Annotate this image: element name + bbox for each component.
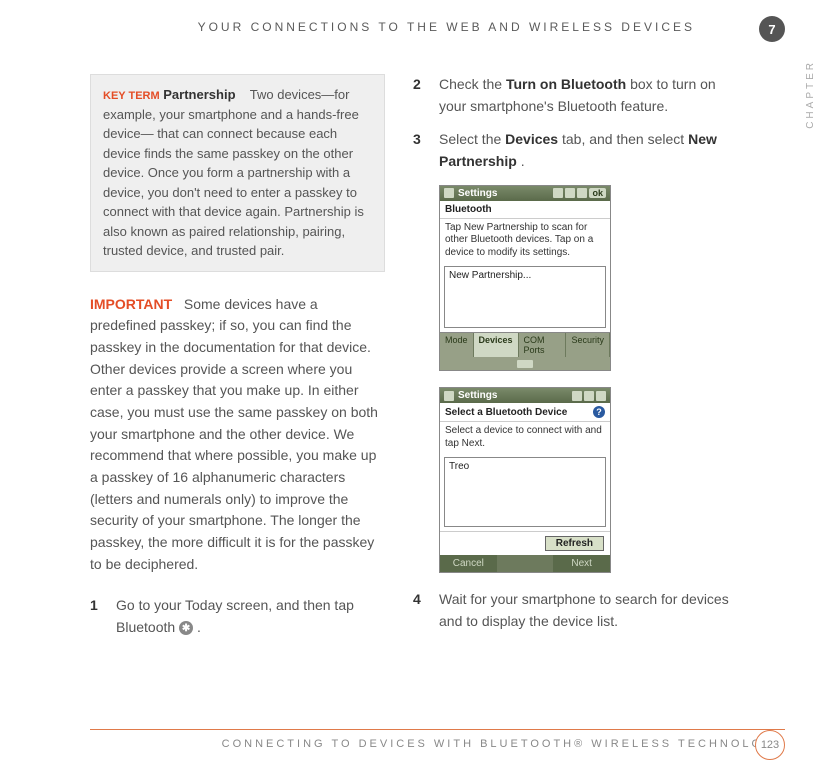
important-label: IMPORTANT (90, 296, 172, 312)
bluetooth-icon: ✱ (179, 621, 193, 635)
step-3: 3 Select the Devices tab, and then selec… (413, 129, 743, 172)
key-term-name: Partnership (163, 87, 235, 102)
footer-text: CONNECTING TO DEVICES WITH BLUETOOTH® WI… (222, 738, 785, 750)
panel-instructions: Tap New Partnership to scan for other Bl… (440, 219, 610, 263)
step-text-pre: Select the (439, 131, 505, 147)
list-item-treo[interactable]: Treo (449, 461, 469, 472)
step-text-post: . (197, 619, 201, 635)
bold-devices: Devices (505, 131, 558, 147)
step-text-mid: tab, and then select (562, 131, 688, 147)
step-body: Go to your Today screen, and then tap Bl… (116, 595, 385, 638)
step-text-post: . (521, 153, 525, 169)
status-icons: ok (553, 188, 606, 198)
step-1: 1 Go to your Today screen, and then tap … (90, 595, 385, 638)
step-2: 2 Check the Turn on Bluetooth box to tur… (413, 74, 743, 117)
refresh-row: Refresh (440, 531, 610, 555)
screenshot-select-device: Settings Select a Bluetooth Device ? Sel… (439, 387, 611, 573)
wifi-icon (584, 391, 594, 401)
found-devices-listbox[interactable]: Treo (444, 457, 606, 527)
step-number: 1 (90, 595, 104, 638)
tab-strip: Mode Devices COM Ports Security (440, 332, 610, 357)
tab-devices[interactable]: Devices (474, 333, 519, 357)
page-number-badge: 123 (755, 730, 785, 760)
window-icon (444, 391, 454, 401)
bold-turn-on-bluetooth: Turn on Bluetooth (506, 76, 626, 92)
ok-button[interactable]: ok (589, 188, 606, 198)
step-text-pre: Go to your Today screen, and then tap Bl… (116, 597, 354, 635)
important-text: Some devices have a predefined passkey; … (90, 296, 378, 572)
key-term-callout: KEY TERM Partnership Two devices—for exa… (90, 74, 385, 272)
cancel-button[interactable]: Cancel (440, 555, 497, 572)
content-columns: KEY TERM Partnership Two devices—for exa… (90, 74, 785, 651)
window-title: Settings (454, 188, 553, 199)
wifi-icon (565, 188, 575, 198)
step-number: 3 (413, 129, 427, 172)
manual-page: YOUR CONNECTIONS TO THE WEB AND WIRELESS… (0, 0, 825, 782)
signal-icon (553, 188, 563, 198)
tab-security[interactable]: Security (566, 333, 610, 357)
titlebar: Settings ok (440, 186, 610, 201)
chapter-label: CHAPTER (805, 60, 816, 129)
step-text-pre: Check the (439, 76, 506, 92)
step-number: 4 (413, 589, 427, 632)
next-button[interactable]: Next (553, 555, 610, 572)
chapter-number-badge: 7 (759, 16, 785, 42)
list-item-new-partnership[interactable]: New Partnership... (449, 270, 531, 281)
footer-running-title: CONNECTING TO DEVICES WITH BLUETOOTH® WI… (90, 729, 785, 750)
signal-icon (572, 391, 582, 401)
device-listbox[interactable]: New Partnership... (444, 266, 606, 328)
step-body: Wait for your smartphone to search for d… (439, 589, 743, 632)
right-column: 2 Check the Turn on Bluetooth box to tur… (413, 74, 743, 651)
key-term-definition: Two devices—for example, your smartphone… (103, 87, 364, 258)
speaker-icon (577, 188, 587, 198)
key-term-label: KEY TERM (103, 90, 160, 102)
step-body: Select the Devices tab, and then select … (439, 129, 743, 172)
step-4: 4 Wait for your smartphone to search for… (413, 589, 743, 632)
speaker-icon (596, 391, 606, 401)
keyboard-icon[interactable] (497, 555, 554, 572)
panel-title-row: Select a Bluetooth Device ? (440, 403, 610, 422)
window-title: Settings (454, 390, 572, 401)
soft-key-bar: Cancel Next (440, 555, 610, 572)
tab-com-ports[interactable]: COM Ports (519, 333, 567, 357)
tab-mode[interactable]: Mode (440, 333, 474, 357)
step-number: 2 (413, 74, 427, 117)
step-body: Check the Turn on Bluetooth box to turn … (439, 74, 743, 117)
help-icon[interactable]: ? (593, 406, 605, 418)
panel-title: Select a Bluetooth Device (445, 407, 567, 418)
panel-instructions: Select a device to connect with and tap … (440, 422, 610, 453)
screenshot-bluetooth-settings: Settings ok Bluetooth Tap New Partnershi… (439, 185, 611, 372)
status-icons (572, 391, 606, 401)
refresh-button[interactable]: Refresh (545, 536, 604, 551)
keyboard-icon[interactable] (517, 360, 533, 368)
left-column: KEY TERM Partnership Two devices—for exa… (90, 74, 385, 651)
sip-bar (440, 357, 610, 370)
titlebar: Settings (440, 388, 610, 403)
panel-title: Bluetooth (440, 201, 610, 219)
running-header: YOUR CONNECTIONS TO THE WEB AND WIRELESS… (90, 20, 785, 34)
window-icon (444, 188, 454, 198)
important-note: IMPORTANT Some devices have a predefined… (90, 294, 385, 576)
